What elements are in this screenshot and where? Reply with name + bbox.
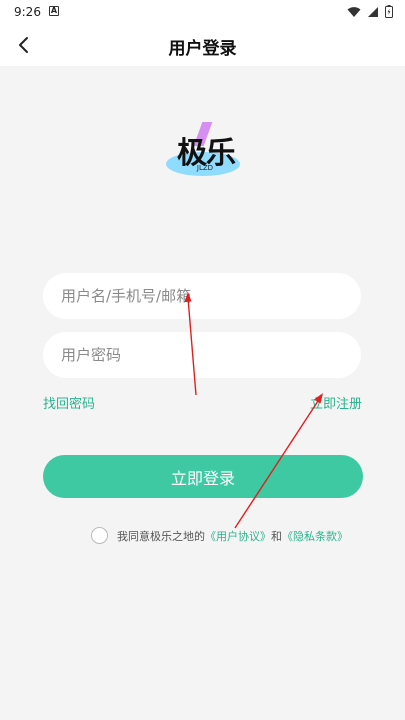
status-icons [347,5,393,18]
status-bar: 9:26 A [0,0,405,24]
wifi-icon [347,6,361,17]
signal-icon [368,6,378,17]
agreement-row: 我同意极乐之地的 《用户协议》 和 《隐私条款》 [91,527,348,544]
notification-a-icon: A [49,6,59,16]
agreement-conjunction: 和 [271,529,282,543]
agreement-prefix: 我同意极乐之地的 [117,529,205,543]
privacy-policy-link[interactable]: 《隐私条款》 [282,528,348,544]
user-agreement-link[interactable]: 《用户协议》 [205,528,271,544]
forgot-password-link[interactable]: 找回密码 [43,393,95,412]
app-logo: 极乐 JLZD [160,118,250,180]
status-time: 9:26 [14,5,41,19]
login-button[interactable]: 立即登录 [43,455,363,498]
battery-icon [385,5,393,18]
password-input[interactable] [43,332,361,378]
agree-checkbox[interactable] [91,527,108,544]
logo-subtext: JLZD [196,164,214,172]
username-input[interactable] [43,273,361,319]
page-title: 用户登录 [168,39,237,59]
register-link[interactable]: 立即注册 [310,393,362,412]
nav-bar: 用户登录 [0,24,405,66]
